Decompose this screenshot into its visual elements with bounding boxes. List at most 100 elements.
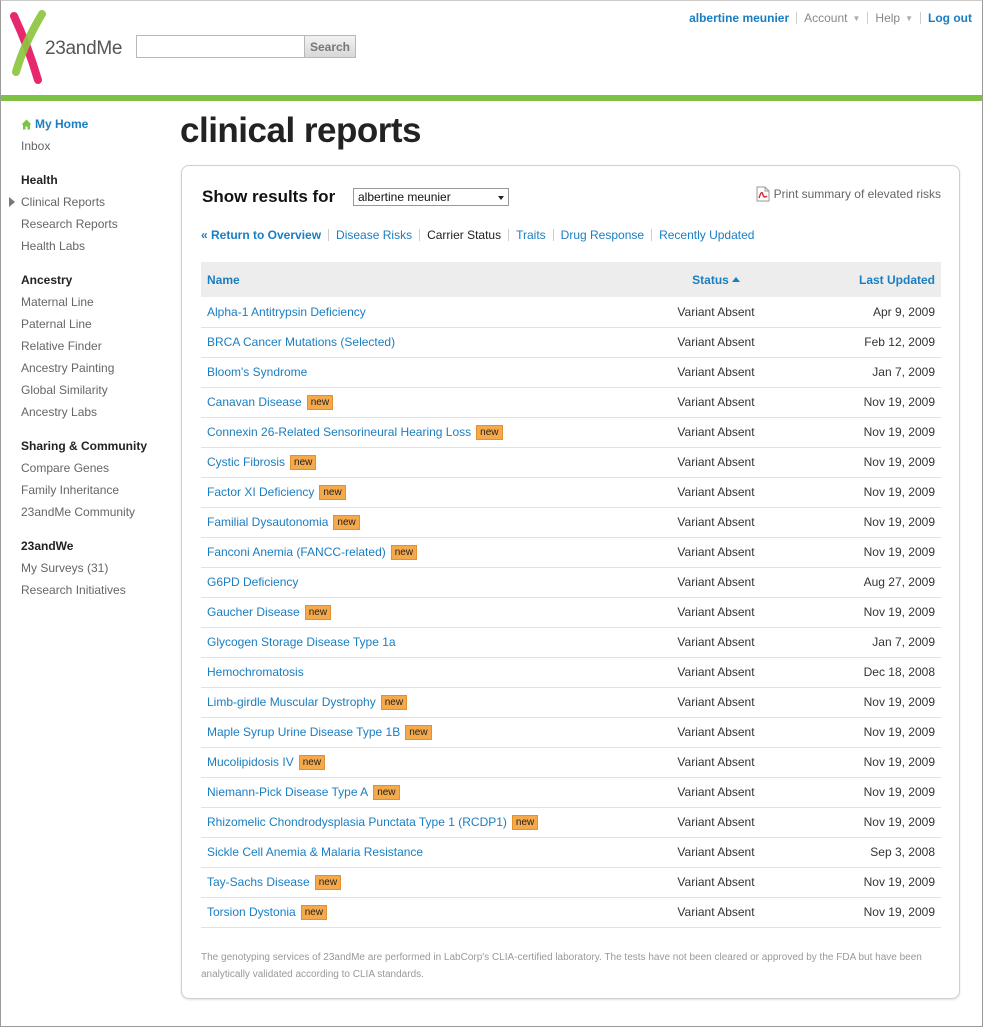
sidebar-item-clinical-reports[interactable]: Clinical Reports <box>9 191 171 213</box>
last-updated-cell: Nov 19, 2009 <box>811 417 941 448</box>
table-header-row: Name Status Last Updated <box>201 262 941 297</box>
tab-carrier-status[interactable]: Carrier Status <box>427 228 501 242</box>
person-select[interactable]: albertine meunier <box>353 188 509 206</box>
report-link[interactable]: Hemochromatosis <box>207 665 304 679</box>
report-link[interactable]: Niemann-Pick Disease Type A <box>207 785 368 799</box>
sidebar-item-community[interactable]: 23andMe Community <box>21 501 171 523</box>
sidebar-item-my-surveys[interactable]: My Surveys (31) <box>21 557 171 579</box>
search-input[interactable] <box>136 35 304 58</box>
status-cell: Variant Absent <box>621 807 811 838</box>
sidebar-item-health-labs[interactable]: Health Labs <box>21 235 171 257</box>
sidebar-item-my-home[interactable]: My Home <box>21 117 171 131</box>
sidebar-item-research-reports[interactable]: Research Reports <box>21 213 171 235</box>
sidebar-item-global-similarity[interactable]: Global Similarity <box>21 379 171 401</box>
tab-recently-updated[interactable]: Recently Updated <box>659 228 754 242</box>
status-cell: Variant Absent <box>621 357 811 388</box>
last-updated-cell: Nov 19, 2009 <box>811 597 941 628</box>
report-link[interactable]: Tay-Sachs Disease <box>207 875 310 889</box>
print-summary-link[interactable]: Print summary of elevated risks <box>756 186 941 202</box>
return-to-overview-link[interactable]: « Return to Overview <box>201 228 321 242</box>
report-name-cell: Factor XI Deficiency new <box>201 477 621 508</box>
report-link[interactable]: BRCA Cancer Mutations (Selected) <box>207 335 395 349</box>
report-link[interactable]: Sickle Cell Anemia & Malaria Resistance <box>207 845 423 859</box>
sidebar-item-maternal-line[interactable]: Maternal Line <box>21 291 171 313</box>
sidebar-item-ancestry-painting[interactable]: Ancestry Painting <box>21 357 171 379</box>
report-link[interactable]: Cystic Fibrosis <box>207 455 285 469</box>
account-menu[interactable]: Account ▼ <box>804 11 860 25</box>
logo[interactable]: 23andMe <box>10 10 122 85</box>
pdf-icon <box>756 186 770 202</box>
help-menu[interactable]: Help ▼ <box>875 11 913 25</box>
show-results-label: Show results for <box>202 187 336 206</box>
status-cell: Variant Absent <box>621 687 811 718</box>
report-link[interactable]: Rhizomelic Chondrodysplasia Punctata Typ… <box>207 815 507 829</box>
search-button[interactable]: Search <box>304 35 356 58</box>
table-row: G6PD Deficiency Variant Absent Aug 27, 200… <box>201 567 941 598</box>
new-badge: new <box>306 394 334 410</box>
report-link[interactable]: Gaucher Disease <box>207 605 300 619</box>
status-cell: Variant Absent <box>621 477 811 508</box>
new-badge: new <box>304 604 332 620</box>
sidebar-item-label: My Home <box>35 117 89 131</box>
report-name-cell: Rhizomelic Chondrodysplasia Punctata Typ… <box>201 807 621 838</box>
divider <box>920 12 922 24</box>
results-panel: Show results for albertine meunier Print… <box>181 165 960 999</box>
column-header-last-updated[interactable]: Last Updated <box>811 262 941 297</box>
status-cell: Variant Absent <box>621 897 811 928</box>
last-updated-cell: Jan 7, 2009 <box>811 357 941 388</box>
report-link[interactable]: Maple Syrup Urine Disease Type 1B <box>207 725 400 739</box>
tab-disease-risks[interactable]: Disease Risks <box>336 228 412 242</box>
column-header-name[interactable]: Name <box>201 262 621 297</box>
status-cell: Variant Absent <box>621 447 811 478</box>
divider <box>508 229 510 241</box>
user-name-link[interactable]: albertine meunier <box>689 11 789 25</box>
tab-traits[interactable]: Traits <box>516 228 546 242</box>
sidebar-item-paternal-line[interactable]: Paternal Line <box>21 313 171 335</box>
sidebar-item-relative-finder[interactable]: Relative Finder <box>21 335 171 357</box>
top-nav: albertine meunier Account ▼ Help ▼ Log out <box>689 11 972 25</box>
new-badge: new <box>333 514 360 530</box>
report-link[interactable]: Bloom's Syndrome <box>207 365 307 379</box>
report-name-cell: Mucolipidosis IV new <box>201 747 621 778</box>
sidebar-item-ancestry-labs[interactable]: Ancestry Labs <box>21 401 171 423</box>
report-link[interactable]: Factor XI Deficiency <box>207 485 314 499</box>
table-row: Connexin 26-Related Sensorineural Hearin… <box>201 417 941 448</box>
column-header-status[interactable]: Status <box>621 262 811 297</box>
last-updated-cell: Nov 19, 2009 <box>811 777 941 808</box>
logout-link[interactable]: Log out <box>928 11 972 25</box>
last-updated-cell: Nov 19, 2009 <box>811 897 941 928</box>
report-link[interactable]: Familial Dysautonomia <box>207 515 328 529</box>
report-name-cell: Glycogen Storage Disease Type 1a <box>201 627 621 658</box>
table-row: Factor XI Deficiency new Variant Absent Nov… <box>201 477 941 508</box>
report-link[interactable]: Fanconi Anemia (FANCC-related) <box>207 545 386 559</box>
report-link[interactable]: G6PD Deficiency <box>207 575 298 589</box>
sidebar-item-research-initiatives[interactable]: Research Initiatives <box>21 579 171 601</box>
report-link[interactable]: Canavan Disease <box>207 395 302 409</box>
last-updated-cell: Aug 27, 2009 <box>811 567 941 598</box>
sidebar: My Home Inbox Health Clinical Reports Re… <box>9 117 171 601</box>
report-link[interactable]: Glycogen Storage Disease Type 1a <box>207 635 396 649</box>
last-updated-cell: Jan 7, 2009 <box>811 627 941 658</box>
header-accent-bar <box>1 95 982 101</box>
last-updated-cell: Dec 18, 2008 <box>811 657 941 688</box>
table-row: Tay-Sachs Disease new Variant Absent Nov 19… <box>201 867 941 898</box>
sidebar-heading-ancestry: Ancestry <box>21 273 73 287</box>
report-link[interactable]: Torsion Dystonia <box>207 905 296 919</box>
report-name-cell: Niemann-Pick Disease Type A new <box>201 777 621 808</box>
tab-drug-response[interactable]: Drug Response <box>561 228 644 242</box>
status-cell: Variant Absent <box>621 777 811 808</box>
report-link[interactable]: Mucolipidosis IV <box>207 755 294 769</box>
table-row: Rhizomelic Chondrodysplasia Punctata Typ… <box>201 807 941 838</box>
report-link[interactable]: Alpha-1 Antitrypsin Deficiency <box>207 305 366 319</box>
report-link[interactable]: Limb-girdle Muscular Dystrophy <box>207 695 376 709</box>
report-name-cell: Hemochromatosis <box>201 657 621 688</box>
new-badge: new <box>319 484 346 500</box>
help-label: Help <box>875 11 901 25</box>
table-row: Sickle Cell Anemia & Malaria Resistance V… <box>201 837 941 868</box>
table-row: Glycogen Storage Disease Type 1a Variant … <box>201 627 941 658</box>
report-name-cell: Sickle Cell Anemia & Malaria Resistance <box>201 837 621 868</box>
sidebar-item-compare-genes[interactable]: Compare Genes <box>21 457 171 479</box>
sidebar-item-family-inheritance[interactable]: Family Inheritance <box>21 479 171 501</box>
report-link[interactable]: Connexin 26-Related Sensorineural Hearin… <box>207 425 471 439</box>
sidebar-item-inbox[interactable]: Inbox <box>21 135 171 157</box>
